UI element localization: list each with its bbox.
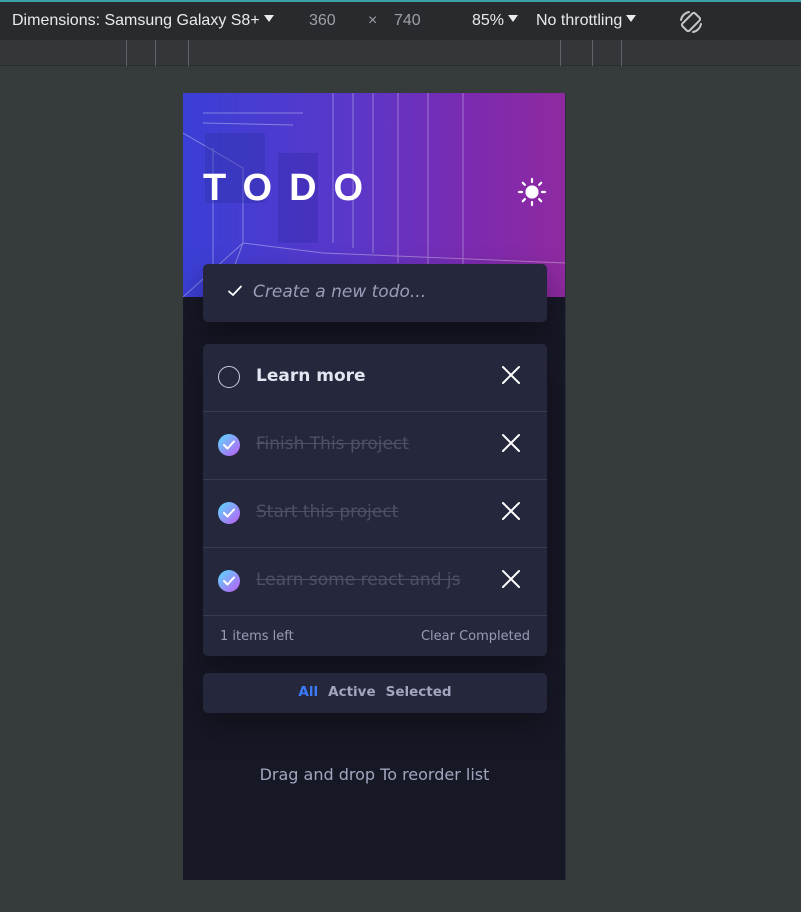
ruler-tick [560, 40, 561, 66]
ruler-tick [155, 40, 156, 66]
sun-icon[interactable] [517, 177, 547, 207]
todo-text: Finish This project [256, 434, 409, 454]
ruler-tick [592, 40, 593, 66]
app-title: TODO [203, 167, 381, 209]
todo-text: Learn more [256, 366, 366, 386]
items-left-count: 1 items left [220, 629, 294, 644]
check-icon[interactable] [227, 283, 243, 299]
device-select[interactable]: Dimensions: Samsung Galaxy S8+ [12, 12, 274, 30]
device-viewport: TODO Learn more [183, 93, 566, 880]
check-icon [223, 508, 235, 518]
new-todo-input[interactable] [253, 276, 533, 308]
todo-checkbox[interactable] [218, 502, 240, 524]
device-toolbar: Dimensions: Samsung Galaxy S8+ 360 × 740… [0, 0, 801, 40]
filter-active[interactable]: Active [328, 673, 376, 700]
filter-all[interactable]: All [298, 673, 318, 700]
chevron-down-icon [508, 15, 519, 22]
todo-checkbox[interactable] [218, 434, 240, 456]
close-icon[interactable] [501, 501, 521, 521]
chevron-down-icon [263, 15, 274, 22]
reorder-hint: Drag and drop To reorder list [259, 765, 490, 784]
todo-list: Learn more Finish This project Start thi… [203, 344, 547, 656]
todo-text: Learn some react and js [256, 570, 461, 590]
check-icon [223, 440, 235, 450]
close-icon[interactable] [501, 433, 521, 453]
device-select-label: Dimensions: Samsung Galaxy S8+ [12, 12, 260, 29]
check-icon [223, 576, 235, 586]
todo-item[interactable]: Finish This project [203, 412, 547, 480]
close-icon[interactable] [501, 365, 521, 385]
ruler-tick [126, 40, 127, 66]
ruler-tick [621, 40, 622, 66]
dimension-separator: × [368, 12, 378, 29]
throttling-select-label: No throttling [536, 12, 623, 29]
zoom-select[interactable]: 85% [472, 12, 519, 30]
rotate-icon[interactable] [677, 8, 705, 36]
todo-item[interactable]: Learn some react and js [203, 548, 547, 616]
todo-item[interactable]: Learn more [203, 344, 547, 412]
todo-text: Start this project [256, 502, 399, 522]
create-todo-card [203, 264, 547, 322]
todo-checkbox[interactable] [218, 570, 240, 592]
list-footer: 1 items left Clear Completed [203, 616, 547, 656]
width-input[interactable]: 360 [309, 12, 336, 30]
close-icon[interactable] [501, 569, 521, 589]
throttling-select[interactable]: No throttling [536, 12, 637, 30]
media-query-ruler [0, 40, 801, 66]
zoom-select-label: 85% [472, 12, 505, 29]
filter-bar: All Active Selected [203, 673, 547, 713]
height-input[interactable]: 740 [394, 12, 421, 30]
todo-item[interactable]: Start this project [203, 480, 547, 548]
ruler-tick [188, 40, 189, 66]
chevron-down-icon [626, 15, 637, 22]
clear-completed-button[interactable]: Clear Completed [421, 629, 530, 644]
todo-checkbox[interactable] [218, 366, 240, 388]
filter-selected[interactable]: Selected [386, 673, 452, 700]
